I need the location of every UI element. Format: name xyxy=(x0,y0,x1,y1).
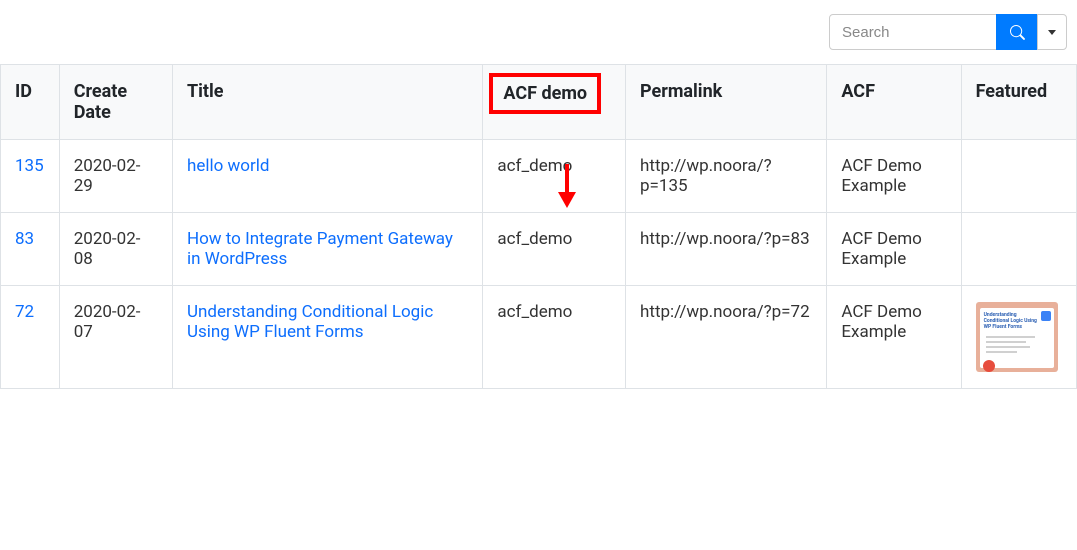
row-acf-demo: acf_demo xyxy=(483,140,626,213)
table-header-row: ID Create Date Title ACF demo Permalink … xyxy=(1,65,1077,140)
search-icon xyxy=(1010,25,1025,40)
col-header-permalink[interactable]: Permalink xyxy=(626,65,827,140)
dropdown-button[interactable] xyxy=(1037,14,1067,50)
row-title-link[interactable]: How to Integrate Payment Gateway in Word… xyxy=(187,229,453,269)
row-acf: ACF Demo Example xyxy=(827,140,961,213)
search-input[interactable] xyxy=(829,14,997,50)
col-header-acf[interactable]: ACF xyxy=(827,65,961,140)
table-body: 135 2020-02-29 hello world acf_demohttp://w… xyxy=(1,140,1077,389)
data-table: ID Create Date Title ACF demo Permalink … xyxy=(0,64,1077,389)
row-featured xyxy=(961,213,1076,286)
col-header-id[interactable]: ID xyxy=(1,65,60,140)
highlight-annotation: ACF demo xyxy=(489,73,601,114)
row-featured: Understanding Conditional Logic Using WP… xyxy=(961,286,1076,389)
row-permalink: http://wp.noora/?p=72 xyxy=(626,286,827,389)
search-button[interactable] xyxy=(996,14,1038,50)
row-permalink: http://wp.noora/?p=135 xyxy=(626,140,827,213)
featured-thumbnail[interactable]: Understanding Conditional Logic Using WP… xyxy=(976,302,1058,372)
row-acf-demo: acf_demo xyxy=(483,213,626,286)
table-row: 83 2020-02-08 How to Integrate Payment Gat… xyxy=(1,213,1077,286)
table-row: 72 2020-02-07 Understanding Conditional Lo… xyxy=(1,286,1077,389)
row-acf: ACF Demo Example xyxy=(827,213,961,286)
row-title-link[interactable]: hello world xyxy=(187,156,270,176)
row-title-link[interactable]: Understanding Conditional Logic Using WP… xyxy=(187,302,433,342)
row-acf: ACF Demo Example xyxy=(827,286,961,389)
row-id-link[interactable]: 72 xyxy=(15,302,34,322)
row-id-link[interactable]: 135 xyxy=(15,156,44,176)
row-acf-demo: acf_demo xyxy=(483,286,626,389)
row-id-link[interactable]: 83 xyxy=(15,229,34,249)
table-row: 135 2020-02-29 hello world acf_demohttp://w… xyxy=(1,140,1077,213)
row-create-date: 2020-02-07 xyxy=(59,286,172,389)
caret-down-icon xyxy=(1048,30,1056,35)
col-header-acf-demo[interactable]: ACF demo xyxy=(483,65,626,140)
row-create-date: 2020-02-08 xyxy=(59,213,172,286)
col-header-acf-demo-label: ACF demo xyxy=(503,83,587,104)
row-create-date: 2020-02-29 xyxy=(59,140,172,213)
row-featured xyxy=(961,140,1076,213)
toolbar xyxy=(0,0,1077,64)
col-header-featured[interactable]: Featured xyxy=(961,65,1076,140)
col-header-title[interactable]: Title xyxy=(172,65,482,140)
col-header-create-date[interactable]: Create Date xyxy=(59,65,172,140)
row-permalink: http://wp.noora/?p=83 xyxy=(626,213,827,286)
